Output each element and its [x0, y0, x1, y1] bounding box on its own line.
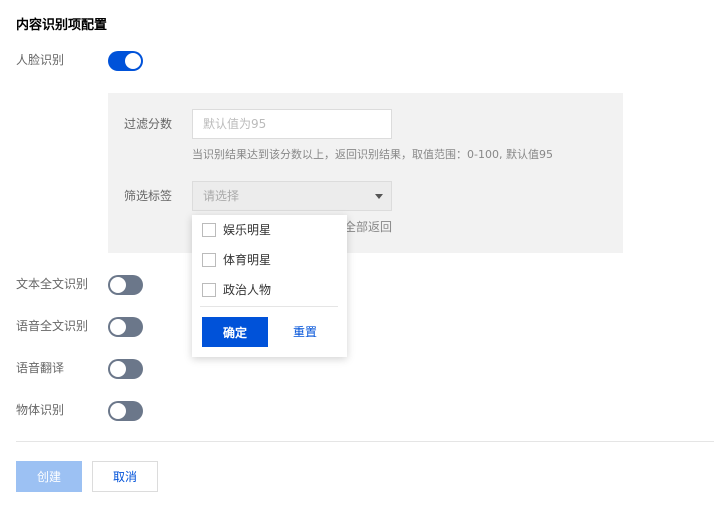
tags-dropdown: 娱乐明星 体育明星 政治人物 确定 重置 [192, 215, 347, 357]
reset-link[interactable]: 重置 [293, 324, 317, 340]
switch-knob [110, 361, 126, 377]
switch-knob [110, 403, 126, 419]
score-input[interactable] [192, 109, 392, 139]
footer-divider [16, 441, 714, 442]
face-recognition-label: 人脸识别 [16, 53, 65, 67]
score-label: 过滤分数 [124, 117, 173, 131]
content-recognition-config: 内容识别项配置 人脸识别 过滤分数 当识别结果达到该分数以上，返回识别结果，取值… [0, 0, 714, 510]
switch-knob [110, 277, 126, 293]
create-button[interactable]: 创建 [16, 461, 82, 492]
score-help-text: 当识别结果达到该分数以上，返回识别结果，取值范围：0-100, 默认值95 [192, 148, 553, 161]
tag-option-label: 体育明星 [223, 253, 272, 267]
text-recognition-label: 文本全文识别 [16, 277, 89, 291]
tags-label: 筛选标签 [124, 189, 173, 203]
speech-recognition-switch[interactable] [108, 317, 143, 337]
switch-knob [125, 53, 141, 69]
tags-select-placeholder: 请选择 [203, 189, 240, 203]
object-recognition-label: 物体识别 [16, 403, 65, 417]
cancel-button[interactable]: 取消 [92, 461, 158, 492]
speech-translation-label: 语音翻译 [16, 361, 65, 375]
page-title: 内容识别项配置 [16, 18, 108, 33]
text-recognition-switch[interactable] [108, 275, 143, 295]
tags-help-text: 全部返回 [344, 220, 393, 234]
checkbox[interactable] [202, 283, 216, 297]
speech-translation-switch[interactable] [108, 359, 143, 379]
tag-option-label: 政治人物 [223, 283, 272, 297]
face-recognition-switch[interactable] [108, 51, 143, 71]
caret-down-icon [375, 194, 383, 199]
confirm-button[interactable]: 确定 [202, 317, 268, 347]
switch-knob [110, 319, 126, 335]
object-recognition-switch[interactable] [108, 401, 143, 421]
checkbox[interactable] [202, 253, 216, 267]
tag-option-label: 娱乐明星 [223, 223, 272, 237]
tags-select[interactable]: 请选择 [192, 181, 392, 211]
speech-recognition-label: 语音全文识别 [16, 319, 89, 333]
dropdown-divider [200, 306, 338, 307]
checkbox[interactable] [202, 223, 216, 237]
